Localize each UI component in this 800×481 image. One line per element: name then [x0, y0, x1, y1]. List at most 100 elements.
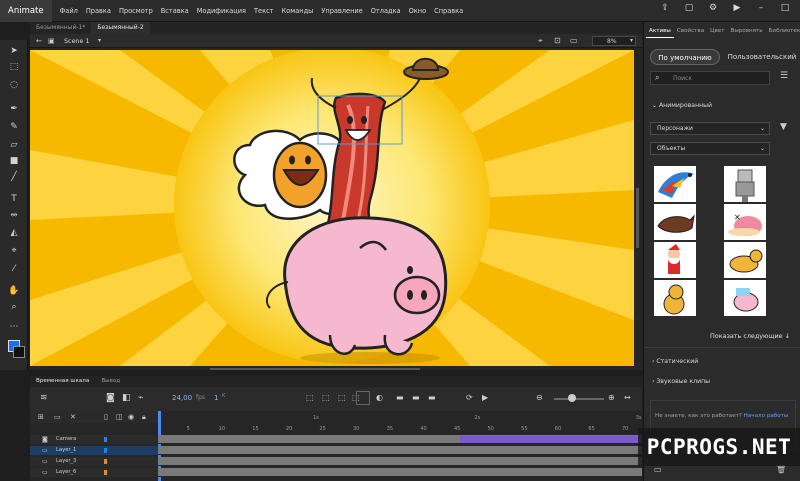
rectangle-tool-icon[interactable]: ■: [7, 154, 21, 168]
loop-icon[interactable]: ⟳: [466, 393, 473, 402]
onion-skin-button[interactable]: [356, 391, 370, 405]
layer-depth-icon[interactable]: ◧: [122, 393, 131, 403]
width-tool-icon[interactable]: ⥈: [7, 208, 21, 222]
lock-icon[interactable]: 🔒︎: [142, 413, 146, 422]
trash-icon[interactable]: 🗑︎: [776, 465, 786, 474]
classic-tween-icon[interactable]: ▬: [428, 393, 436, 402]
panel-tab-1[interactable]: Свойства: [674, 24, 707, 38]
layer-color-swatch[interactable]: [104, 470, 107, 475]
timeline-zoom-slider[interactable]: [554, 398, 604, 400]
zoom-tool-icon[interactable]: ⌕: [7, 300, 21, 314]
list-view-icon[interactable]: ☰: [780, 71, 788, 81]
fill-color-swatch[interactable]: [13, 346, 25, 358]
new-layer-icon[interactable]: ⊞: [38, 413, 44, 421]
layer-row[interactable]: ▭ Layer_3: [30, 457, 158, 466]
layer-frames-track[interactable]: [158, 435, 642, 444]
slider-handle[interactable]: [568, 394, 576, 402]
asset-thumbnail-wolf[interactable]: [654, 204, 696, 240]
layer-frames-track[interactable]: [158, 468, 642, 477]
line-tool-icon[interactable]: ╱: [7, 170, 21, 184]
layers-icon[interactable]: ≋: [40, 393, 48, 403]
tab-output[interactable]: Вывод: [95, 376, 126, 387]
objects-dropdown[interactable]: Объекты ⌄: [650, 142, 770, 155]
camera-icon[interactable]: ⌖: [538, 36, 543, 46]
characters-dropdown[interactable]: Персонажи ⌄: [650, 122, 770, 135]
asset-thumbnail-snail[interactable]: ✕: [724, 204, 766, 240]
getting-started-link[interactable]: Начало работы: [744, 413, 789, 419]
camera-tween-span[interactable]: [460, 436, 642, 443]
clip-icon[interactable]: ⊡: [554, 36, 561, 45]
frame-ruler[interactable]: 5 10 15 20 25 30 35 40 45 50 55 60 65 70 1s 2s 3s: [158, 411, 642, 433]
menu-item-0[interactable]: Файл: [56, 7, 82, 15]
fit-timeline-icon[interactable]: ↔: [624, 393, 631, 402]
menu-item-3[interactable]: Вставка: [157, 7, 193, 15]
search-input[interactable]: ⌕ Поиск: [650, 71, 770, 85]
menu-item-7[interactable]: Управление: [317, 7, 366, 15]
brush-tool-icon[interactable]: ✎: [7, 120, 21, 134]
camera-tool-icon[interactable]: ◙: [106, 393, 115, 403]
default-assets-button[interactable]: По умолчанию: [650, 49, 720, 65]
visibility-eye-icon[interactable]: ◉: [128, 413, 134, 421]
menu-item-8[interactable]: Отладка: [367, 7, 405, 15]
menu-item-9[interactable]: Окно: [405, 7, 431, 15]
tween-icon[interactable]: ◐: [376, 393, 383, 402]
fps-value[interactable]: 24,00: [172, 394, 192, 402]
paint-bucket-tool-icon[interactable]: ◭: [7, 226, 21, 240]
layer-row[interactable]: ▭ Layer_6: [30, 468, 158, 477]
play-timeline-icon[interactable]: ▶: [482, 393, 488, 402]
section-sound-clips[interactable]: › Звуковые клипы: [652, 378, 710, 385]
pen-tool-icon[interactable]: ✒: [7, 102, 21, 116]
menu-item-10[interactable]: Справка: [430, 7, 467, 15]
menu-item-1[interactable]: Правка: [82, 7, 115, 15]
stage-hscroll[interactable]: [210, 368, 420, 370]
keyframe-icon[interactable]: ⬚: [306, 393, 314, 402]
shape-tween-icon[interactable]: ▬: [412, 393, 420, 402]
settings-icon[interactable]: ⚙: [706, 3, 720, 13]
new-folder-icon[interactable]: ▭: [54, 413, 61, 421]
insert-frame-icon[interactable]: ⬚: [338, 393, 346, 402]
panel-tab-3[interactable]: Выровнять: [727, 24, 765, 38]
workspace-icon[interactable]: ▢: [682, 3, 696, 13]
zoom-in-timeline-icon[interactable]: ⊕: [608, 393, 615, 402]
layer-frames-track[interactable]: [158, 457, 642, 466]
text-tool-icon[interactable]: T: [7, 192, 21, 206]
play-icon[interactable]: ▶: [730, 3, 744, 13]
graph-icon[interactable]: ⌁: [138, 393, 143, 403]
layer-frames-track[interactable]: [158, 446, 642, 455]
more-tools-icon[interactable]: ⋯: [7, 320, 21, 334]
menu-item-6[interactable]: Команды: [278, 7, 318, 15]
share-icon[interactable]: ⇪: [658, 3, 672, 13]
zoom-out-timeline-icon[interactable]: ⊖: [536, 393, 543, 402]
asset-thumbnail-dog[interactable]: [724, 242, 766, 278]
hand-tool-icon[interactable]: ✋: [7, 284, 21, 298]
eraser-tool-icon[interactable]: ▱: [7, 138, 21, 152]
free-transform-tool-icon[interactable]: ⬚: [7, 60, 21, 74]
selection-tool-icon[interactable]: ➤: [7, 44, 21, 58]
layer-name[interactable]: Layer_1: [56, 447, 76, 453]
layer-row[interactable]: ▭ Layer_1: [30, 446, 158, 455]
outline-icon[interactable]: ◫: [116, 413, 123, 421]
menu-item-2[interactable]: Просмотр: [115, 7, 157, 15]
folder-icon[interactable]: ▭: [654, 465, 662, 474]
tab-document-2[interactable]: Безымянный-2: [91, 22, 150, 34]
layer-name[interactable]: Camera: [56, 436, 76, 442]
panel-tab-4[interactable]: Библиотека: [766, 24, 800, 38]
layer-name[interactable]: Layer_3: [56, 458, 76, 464]
show-next-button[interactable]: Показать следующие ↓: [710, 332, 790, 340]
panel-tab-0[interactable]: Активы: [646, 24, 674, 38]
asset-thumbnail-parrot[interactable]: [654, 166, 696, 202]
filter-icon[interactable]: ▼: [780, 122, 787, 132]
layer-row[interactable]: ◙ Camera: [30, 435, 158, 444]
highlight-icon[interactable]: ▯: [104, 413, 108, 421]
scene-name[interactable]: Scene 1: [64, 37, 90, 45]
section-static[interactable]: › Статический: [652, 358, 698, 365]
layer-color-swatch[interactable]: [104, 459, 107, 464]
asset-thumbnail-dog-sitting[interactable]: [654, 280, 696, 316]
eyedropper-tool-icon[interactable]: ⁄: [7, 262, 21, 276]
scene-dropdown-icon[interactable]: ▾: [98, 37, 101, 44]
stage-canvas[interactable]: [30, 50, 634, 366]
minimize-icon[interactable]: –: [754, 3, 768, 13]
fit-icon[interactable]: ▭: [570, 36, 578, 45]
lasso-tool-icon[interactable]: ◌: [7, 78, 21, 92]
zoom-field[interactable]: 8% ▾: [592, 36, 636, 46]
